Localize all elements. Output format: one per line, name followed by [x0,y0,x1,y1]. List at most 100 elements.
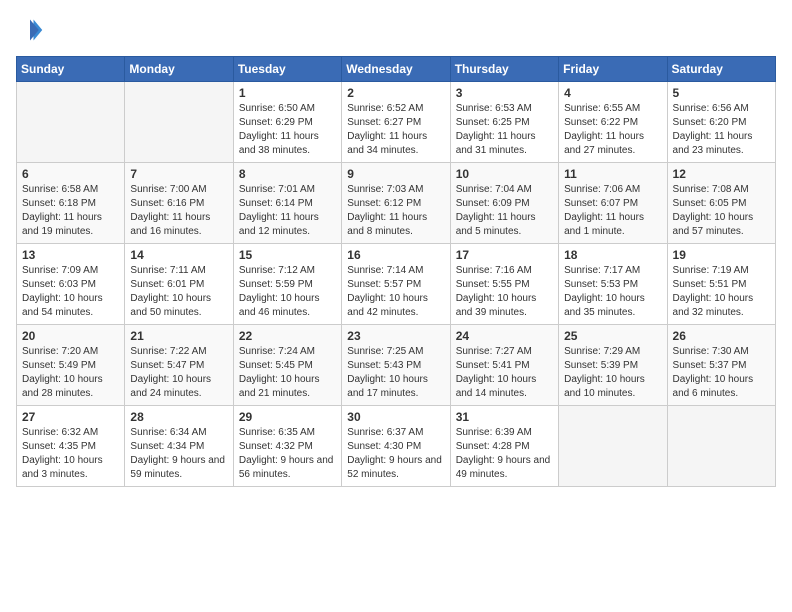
day-number: 5 [673,86,770,100]
calendar-cell: 8 Sunrise: 7:01 AM Sunset: 6:14 PM Daylig… [233,163,341,244]
day-number: 10 [456,167,553,181]
calendar-week-row: 20 Sunrise: 7:20 AM Sunset: 5:49 PM Dayli… [17,325,776,406]
day-info: Sunrise: 6:56 AM Sunset: 6:20 PM Dayligh… [673,102,770,158]
day-number: 15 [239,248,336,262]
calendar-cell: 16Sunrise: 7:14 AM Sunset: 5:57 PM Dayli… [342,244,450,325]
day-info: Sunrise: 7:17 AM Sunset: 5:53 PM Dayligh… [564,264,661,320]
day-info: Sunrise: 7:06 AM Sunset: 6:07 PM Dayligh… [564,183,661,239]
page-header [16,16,776,44]
day-info: Sunrise: 6:35 AM Sunset: 4:32 PM Dayligh… [239,426,336,482]
day-info: Sunrise: 7:12 AM Sunset: 5:59 PM Dayligh… [239,264,336,320]
day-info: Sunrise: 6:37 AM Sunset: 4:30 PM Dayligh… [347,426,444,482]
calendar-cell: 21Sunrise: 7:22 AM Sunset: 5:47 PM Dayli… [125,325,233,406]
calendar-cell: 3 Sunrise: 6:53 AM Sunset: 6:25 PM Daylig… [450,82,558,163]
day-number: 26 [673,329,770,343]
day-number: 9 [347,167,444,181]
calendar-cell: 11 Sunrise: 7:06 AM Sunset: 6:07 PM Dayli… [559,163,667,244]
day-info: Sunrise: 6:34 AM Sunset: 4:34 PM Dayligh… [130,426,227,482]
day-number: 7 [130,167,227,181]
day-number: 17 [456,248,553,262]
calendar-cell: 13 Sunrise: 7:09 AM Sunset: 6:03 PM Dayli… [17,244,125,325]
day-info: Sunrise: 6:39 AM Sunset: 4:28 PM Dayligh… [456,426,553,482]
day-number: 19 [673,248,770,262]
day-info: Sunrise: 7:00 AM Sunset: 6:16 PM Dayligh… [130,183,227,239]
calendar-header-row: SundayMondayTuesdayWednesdayThursdayFrid… [17,57,776,82]
calendar-cell: 22 Sunrise: 7:24 AM Sunset: 5:45 PM Dayli… [233,325,341,406]
day-number: 18 [564,248,661,262]
calendar-week-row: 1 Sunrise: 6:50 AM Sunset: 6:29 PM Daylig… [17,82,776,163]
calendar-cell: 19 Sunrise: 7:19 AM Sunset: 5:51 PM Dayli… [667,244,775,325]
calendar-cell: 5 Sunrise: 6:56 AM Sunset: 6:20 PM Daylig… [667,82,775,163]
weekday-header-thursday: Thursday [450,57,558,82]
day-number: 4 [564,86,661,100]
day-info: Sunrise: 7:16 AM Sunset: 5:55 PM Dayligh… [456,264,553,320]
calendar-cell: 2Sunrise: 6:52 AM Sunset: 6:27 PM Daylig… [342,82,450,163]
day-number: 27 [22,410,119,424]
day-info: Sunrise: 6:52 AM Sunset: 6:27 PM Dayligh… [347,102,444,158]
calendar-cell: 12Sunrise: 7:08 AM Sunset: 6:05 PM Dayli… [667,163,775,244]
day-info: Sunrise: 7:01 AM Sunset: 6:14 PM Dayligh… [239,183,336,239]
logo-icon [16,16,44,44]
calendar-cell: 10 Sunrise: 7:04 AM Sunset: 6:09 PM Dayli… [450,163,558,244]
calendar-cell: 28Sunrise: 6:34 AM Sunset: 4:34 PM Dayli… [125,406,233,487]
day-info: Sunrise: 7:03 AM Sunset: 6:12 PM Dayligh… [347,183,444,239]
calendar-cell: 15 Sunrise: 7:12 AM Sunset: 5:59 PM Dayli… [233,244,341,325]
day-info: Sunrise: 7:29 AM Sunset: 5:39 PM Dayligh… [564,345,661,401]
day-info: Sunrise: 7:04 AM Sunset: 6:09 PM Dayligh… [456,183,553,239]
weekday-header-saturday: Saturday [667,57,775,82]
day-info: Sunrise: 7:20 AM Sunset: 5:49 PM Dayligh… [22,345,119,401]
day-number: 3 [456,86,553,100]
day-info: Sunrise: 6:58 AM Sunset: 6:18 PM Dayligh… [22,183,119,239]
day-number: 20 [22,329,119,343]
calendar-cell [17,82,125,163]
calendar-cell: 30 Sunrise: 6:37 AM Sunset: 4:30 PM Dayli… [342,406,450,487]
day-number: 30 [347,410,444,424]
day-number: 13 [22,248,119,262]
day-number: 8 [239,167,336,181]
calendar-cell: 31 Sunrise: 6:39 AM Sunset: 4:28 PM Dayli… [450,406,558,487]
day-number: 11 [564,167,661,181]
calendar-table: SundayMondayTuesdayWednesdayThursdayFrid… [16,56,776,487]
day-info: Sunrise: 7:22 AM Sunset: 5:47 PM Dayligh… [130,345,227,401]
calendar-week-row: 27 Sunrise: 6:32 AM Sunset: 4:35 PM Dayli… [17,406,776,487]
calendar-body: 1 Sunrise: 6:50 AM Sunset: 6:29 PM Daylig… [17,82,776,487]
weekday-header-tuesday: Tuesday [233,57,341,82]
day-info: Sunrise: 7:14 AM Sunset: 5:57 PM Dayligh… [347,264,444,320]
day-info: Sunrise: 7:25 AM Sunset: 5:43 PM Dayligh… [347,345,444,401]
calendar-cell [125,82,233,163]
calendar-cell: 9 Sunrise: 7:03 AM Sunset: 6:12 PM Daylig… [342,163,450,244]
day-info: Sunrise: 7:09 AM Sunset: 6:03 PM Dayligh… [22,264,119,320]
day-info: Sunrise: 6:32 AM Sunset: 4:35 PM Dayligh… [22,426,119,482]
logo [16,16,48,44]
weekday-header-sunday: Sunday [17,57,125,82]
calendar-week-row: 6Sunrise: 6:58 AM Sunset: 6:18 PM Daylig… [17,163,776,244]
calendar-cell: 27 Sunrise: 6:32 AM Sunset: 4:35 PM Dayli… [17,406,125,487]
day-number: 1 [239,86,336,100]
day-number: 14 [130,248,227,262]
day-info: Sunrise: 7:30 AM Sunset: 5:37 PM Dayligh… [673,345,770,401]
calendar-cell: 7 Sunrise: 7:00 AM Sunset: 6:16 PM Daylig… [125,163,233,244]
day-info: Sunrise: 7:11 AM Sunset: 6:01 PM Dayligh… [130,264,227,320]
day-info: Sunrise: 6:53 AM Sunset: 6:25 PM Dayligh… [456,102,553,158]
weekday-header-monday: Monday [125,57,233,82]
calendar-cell: 1 Sunrise: 6:50 AM Sunset: 6:29 PM Daylig… [233,82,341,163]
calendar-cell: 14 Sunrise: 7:11 AM Sunset: 6:01 PM Dayli… [125,244,233,325]
day-info: Sunrise: 7:24 AM Sunset: 5:45 PM Dayligh… [239,345,336,401]
weekday-header-friday: Friday [559,57,667,82]
day-info: Sunrise: 6:55 AM Sunset: 6:22 PM Dayligh… [564,102,661,158]
calendar-cell: 25Sunrise: 7:29 AM Sunset: 5:39 PM Dayli… [559,325,667,406]
calendar-cell: 6Sunrise: 6:58 AM Sunset: 6:18 PM Daylig… [17,163,125,244]
calendar-week-row: 13 Sunrise: 7:09 AM Sunset: 6:03 PM Dayli… [17,244,776,325]
calendar-cell: 20 Sunrise: 7:20 AM Sunset: 5:49 PM Dayli… [17,325,125,406]
day-number: 22 [239,329,336,343]
day-number: 23 [347,329,444,343]
weekday-header-wednesday: Wednesday [342,57,450,82]
calendar-cell: 17 Sunrise: 7:16 AM Sunset: 5:55 PM Dayli… [450,244,558,325]
day-info: Sunrise: 7:19 AM Sunset: 5:51 PM Dayligh… [673,264,770,320]
day-number: 29 [239,410,336,424]
calendar-cell [667,406,775,487]
day-info: Sunrise: 6:50 AM Sunset: 6:29 PM Dayligh… [239,102,336,158]
calendar-cell: 29 Sunrise: 6:35 AM Sunset: 4:32 PM Dayli… [233,406,341,487]
day-number: 31 [456,410,553,424]
day-number: 12 [673,167,770,181]
